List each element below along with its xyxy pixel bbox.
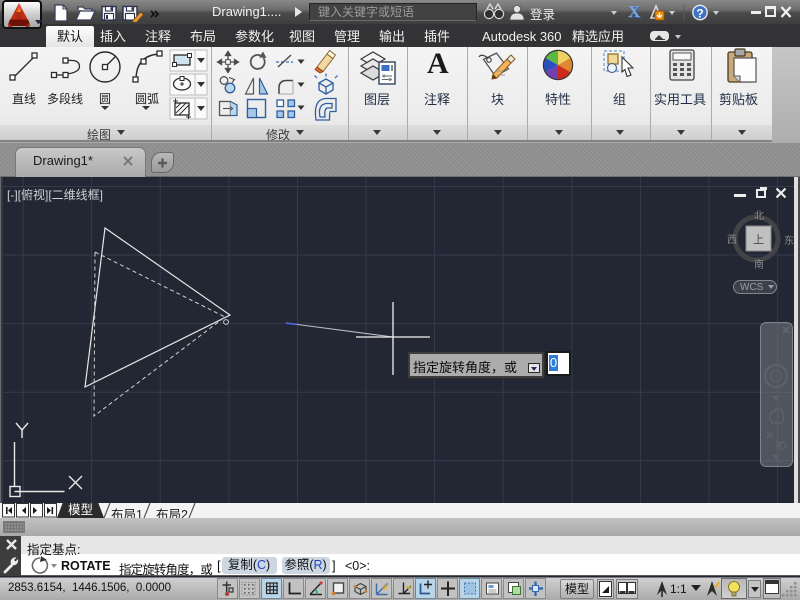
svg-text:上: 上 [753, 233, 764, 246]
svg-text:X: X [628, 3, 641, 21]
svg-text:西: 西 [727, 235, 737, 246]
svg-text:北: 北 [754, 210, 764, 222]
svg-text:东: 东 [784, 234, 794, 247]
svg-text:?: ? [696, 6, 703, 20]
svg-text:南: 南 [754, 258, 764, 271]
